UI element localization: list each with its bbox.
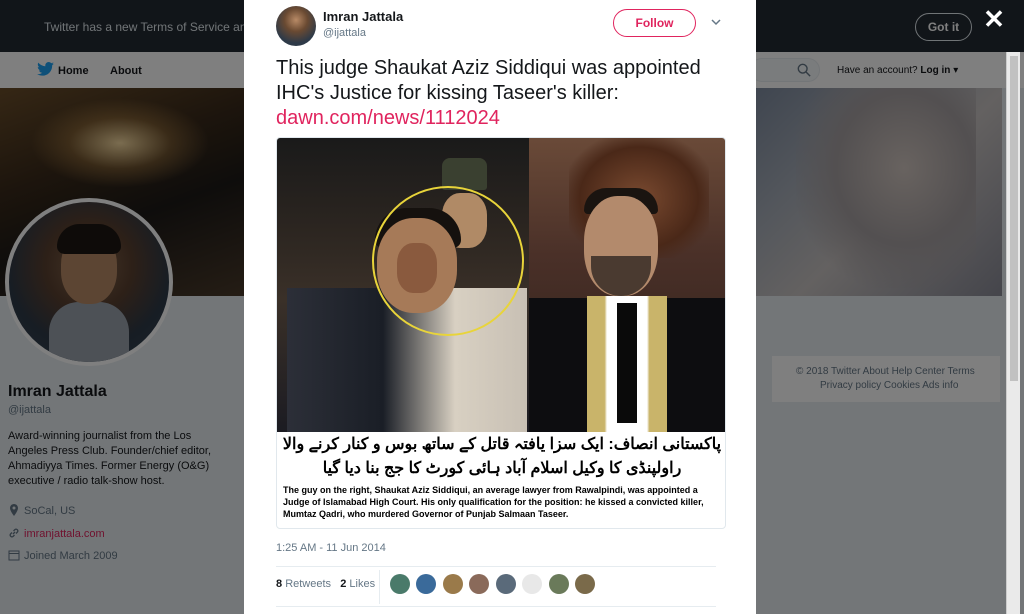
liker-avatar[interactable] xyxy=(416,574,437,594)
liker-avatar[interactable] xyxy=(469,574,490,594)
retweets-count[interactable]: 8 xyxy=(276,578,282,590)
tweet-stats: 8 Retweets 2 Likes xyxy=(276,578,375,590)
tweet-body: This judge Shaukat Aziz Siddiqui was app… xyxy=(276,57,701,104)
photo-judge xyxy=(529,138,725,432)
divider xyxy=(379,570,380,604)
likes-count[interactable]: 2 xyxy=(340,578,346,590)
scrollbar-thumb[interactable] xyxy=(1010,56,1018,381)
follow-button[interactable]: Follow xyxy=(613,9,696,37)
tweet-author-name[interactable]: Imran Jattala xyxy=(323,9,403,24)
liker-avatar[interactable] xyxy=(442,574,463,594)
retweets-label[interactable]: Retweets xyxy=(285,578,331,590)
tweet-text: This judge Shaukat Aziz Siddiqui was app… xyxy=(276,56,716,131)
liker-avatar[interactable] xyxy=(495,574,516,594)
liker-avatars xyxy=(390,574,597,594)
media-urdu-line-2: راولپنڈی کا وکیل اسلام آباد ہائی کورٹ کا… xyxy=(322,460,682,477)
highlight-circle xyxy=(372,186,524,336)
tweet-author-avatar[interactable] xyxy=(276,6,316,46)
chevron-down-icon[interactable] xyxy=(710,16,722,28)
tweet-timestamp[interactable]: 1:25 AM - 11 Jun 2014 xyxy=(276,542,386,554)
liker-avatar[interactable] xyxy=(522,574,543,594)
photo-crowd xyxy=(277,138,529,432)
liker-avatar[interactable] xyxy=(548,574,569,594)
likes-label[interactable]: Likes xyxy=(349,578,375,590)
tweet-link[interactable]: dawn.com/news/1112024 xyxy=(276,107,500,129)
scrollbar[interactable] xyxy=(1006,52,1020,614)
liker-avatar[interactable] xyxy=(575,574,596,594)
liker-avatar[interactable] xyxy=(390,574,410,594)
tweet-author-handle[interactable]: @ijattala xyxy=(323,27,366,39)
divider xyxy=(276,566,716,567)
media-caption: The guy on the right, Shaukat Aziz Siddi… xyxy=(283,485,704,519)
close-icon[interactable]: ✕ xyxy=(983,6,1005,32)
media-urdu-line-1: پاکستانی انصاف: ایک سزا یافتہ قاتل کے سا… xyxy=(282,436,722,453)
divider xyxy=(276,606,716,607)
tweet-modal: Imran Jattala @ijattala Follow This judg… xyxy=(244,0,756,614)
tweet-media-image[interactable]: پاکستانی انصاف: ایک سزا یافتہ قاتل کے سا… xyxy=(276,137,726,529)
